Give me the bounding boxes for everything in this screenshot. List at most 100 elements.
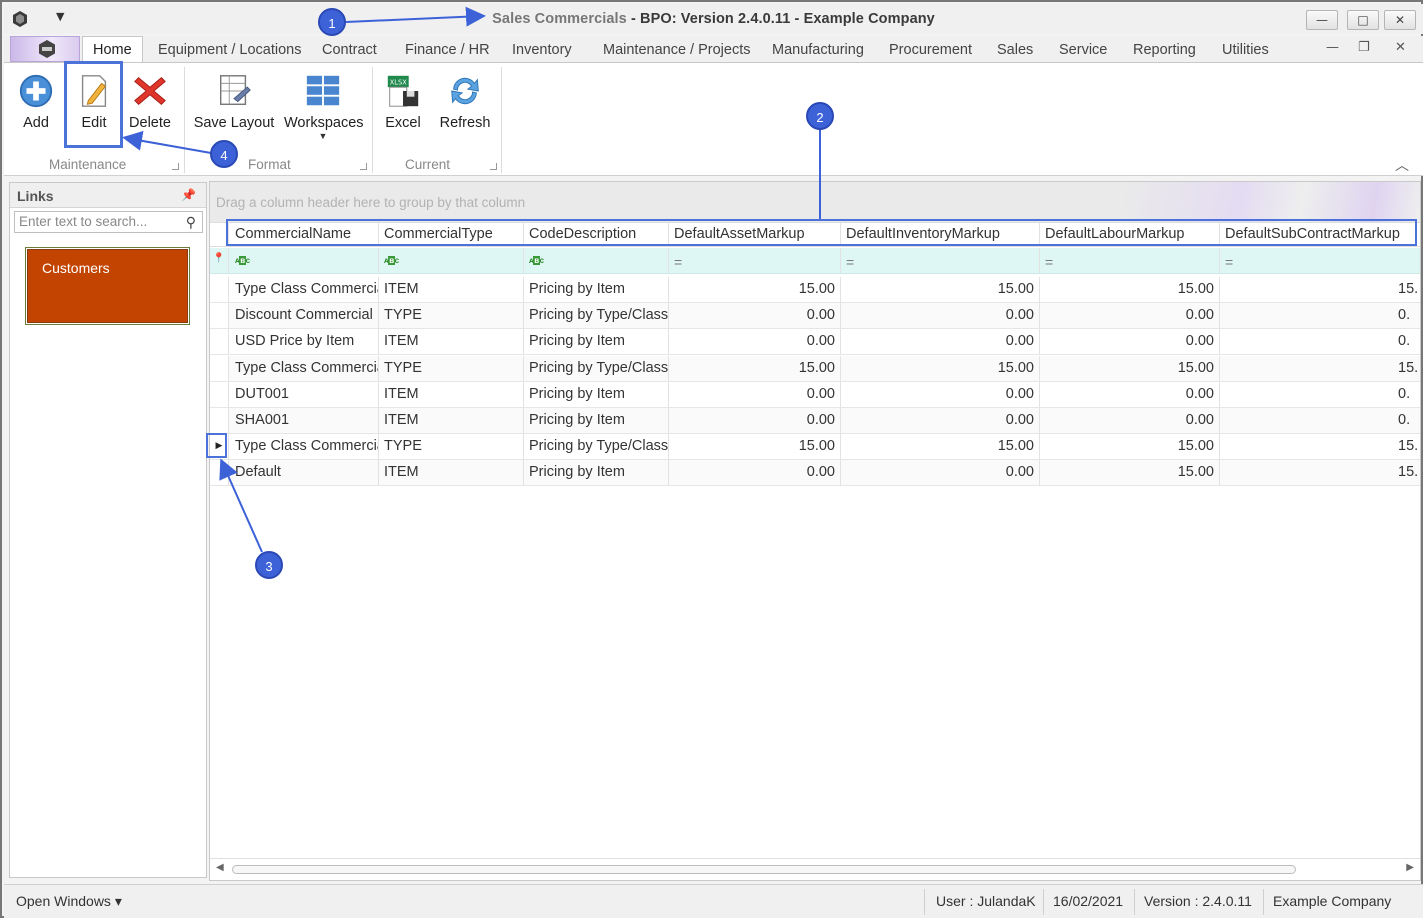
tab-contract[interactable]: Contract [322, 42, 377, 58]
cell-codedescription[interactable]: Pricing by Item [524, 460, 669, 486]
cell-defaultsubcontractmarkup[interactable]: 0. [1220, 303, 1420, 328]
filter-defaultinventorymarkup[interactable]: = [841, 248, 1040, 273]
cell-defaultlabourmarkup[interactable]: 0.00 [1040, 303, 1220, 329]
filter-defaultlabourmarkup[interactable]: = [1040, 248, 1220, 273]
scroll-right-icon[interactable]: ▶ [1406, 862, 1414, 873]
maximize-button[interactable]: □ [1347, 10, 1379, 30]
tab-sales[interactable]: Sales [997, 42, 1033, 58]
mdi-close-icon[interactable]: ✕ [1395, 40, 1406, 55]
close-button[interactable]: ✕ [1384, 10, 1416, 30]
cell-commercialtype[interactable]: ITEM [379, 381, 524, 407]
cell-defaultinventorymarkup[interactable]: 0.00 [841, 460, 1040, 486]
open-windows-button[interactable]: Open Windows ▾ [16, 893, 122, 910]
collapse-ribbon-icon[interactable]: ︿ [1395, 155, 1409, 175]
cell-defaultlabourmarkup[interactable]: 15.00 [1040, 355, 1220, 381]
table-row[interactable]: Type Class Commercial ITEM Pricing by Item… [210, 277, 1420, 303]
cell-defaultsubcontractmarkup[interactable]: 15. [1220, 460, 1420, 485]
table-row[interactable]: DUT001 ITEM Pricing by Item 0.00 0.00 0.00 0. [210, 381, 1420, 408]
cell-defaultinventorymarkup[interactable]: 15.00 [841, 355, 1040, 381]
row-indicator[interactable] [210, 303, 229, 329]
cell-commercialtype[interactable]: ITEM [379, 329, 524, 355]
tab-utilities[interactable]: Utilities [1222, 42, 1269, 58]
group-current-launcher-icon[interactable] [490, 163, 497, 170]
tab-maintenance-projects[interactable]: Maintenance / Projects [603, 42, 751, 58]
cell-commercialtype[interactable]: ITEM [379, 408, 524, 433]
cell-codedescription[interactable]: Pricing by Type/Class [524, 355, 669, 381]
row-indicator[interactable] [210, 355, 229, 381]
add-button[interactable]: Add [16, 71, 56, 131]
cell-defaultlabourmarkup[interactable]: 0.00 [1040, 408, 1220, 433]
cell-defaultassetmarkup[interactable]: 0.00 [669, 381, 841, 407]
excel-button[interactable]: XLSX Excel [382, 71, 424, 131]
row-indicator[interactable] [210, 329, 229, 355]
cell-defaultlabourmarkup[interactable]: 15.00 [1040, 460, 1220, 486]
cell-defaultinventorymarkup[interactable]: 0.00 [841, 329, 1040, 355]
tab-procurement[interactable]: Procurement [889, 42, 972, 58]
table-row[interactable]: Default ITEM Pricing by Item 0.00 0.00 15.00 1… [210, 460, 1420, 487]
row-indicator[interactable] [210, 277, 229, 302]
cell-defaultinventorymarkup[interactable]: 15.00 [841, 277, 1040, 302]
cell-codedescription[interactable]: Pricing by Item [524, 381, 669, 407]
table-row[interactable]: Type Class Commercial TYPE Pricing by Type… [210, 355, 1420, 382]
search-icon[interactable]: ⚲ [186, 214, 196, 231]
cell-commercialtype[interactable]: TYPE [379, 434, 524, 460]
table-row[interactable]: Discount Commercial TYPE Pricing by Type/C… [210, 303, 1420, 330]
cell-defaultsubcontractmarkup[interactable]: 15. [1220, 356, 1420, 381]
cell-defaultassetmarkup[interactable]: 0.00 [669, 460, 841, 486]
application-menu-button[interactable] [10, 36, 80, 62]
cell-defaultsubcontractmarkup[interactable]: 15. [1220, 434, 1420, 459]
cell-defaultassetmarkup[interactable]: 15.00 [669, 355, 841, 381]
horizontal-scrollbar[interactable]: ◀ ▶ [210, 858, 1420, 880]
cell-codedescription[interactable]: Pricing by Type/Class [524, 303, 669, 329]
cell-codedescription[interactable]: Pricing by Type/Class [524, 434, 669, 460]
row-indicator[interactable] [210, 381, 229, 407]
customers-tile[interactable]: Customers [25, 247, 190, 325]
tab-manufacturing[interactable]: Manufacturing [772, 42, 864, 58]
cell-defaultsubcontractmarkup[interactable]: 0. [1220, 408, 1420, 433]
tab-equipment-locations[interactable]: Equipment / Locations [158, 42, 301, 58]
cell-defaultsubcontractmarkup[interactable]: 0. [1220, 329, 1420, 354]
cell-commercialtype[interactable]: TYPE [379, 355, 524, 381]
row-indicator[interactable] [210, 460, 229, 486]
tab-home[interactable]: Home [82, 36, 143, 63]
filter-defaultassetmarkup[interactable]: = [669, 248, 841, 273]
cell-defaultlabourmarkup[interactable]: 15.00 [1040, 277, 1220, 302]
save-layout-button[interactable]: Save Layout [193, 71, 275, 131]
cell-commercialname[interactable]: Type Class Commercial [230, 355, 379, 381]
filter-commercialname[interactable]: ᴀʙᴄ [230, 248, 379, 273]
cell-defaultassetmarkup[interactable]: 0.00 [669, 329, 841, 355]
cell-defaultsubcontractmarkup[interactable]: 0. [1220, 382, 1420, 407]
group-format-launcher-icon[interactable] [360, 163, 367, 170]
cell-commercialtype[interactable]: ITEM [379, 460, 524, 486]
mdi-minimize-icon[interactable]: — [1326, 40, 1339, 55]
cell-codedescription[interactable]: Pricing by Item [524, 408, 669, 433]
cell-defaultsubcontractmarkup[interactable]: 15. [1220, 277, 1420, 302]
cell-defaultassetmarkup[interactable]: 0.00 [669, 408, 841, 433]
tab-inventory[interactable]: Inventory [512, 42, 572, 58]
cell-commercialtype[interactable]: TYPE [379, 303, 524, 329]
refresh-button[interactable]: Refresh [436, 71, 494, 131]
cell-defaultlabourmarkup[interactable]: 15.00 [1040, 434, 1220, 460]
scroll-left-icon[interactable]: ◀ [216, 862, 224, 873]
cell-defaultinventorymarkup[interactable]: 0.00 [841, 408, 1040, 433]
links-search-input[interactable]: Enter text to search... ⚲ [14, 211, 203, 233]
cell-commercialname[interactable]: USD Price by Item [230, 329, 379, 355]
cell-codedescription[interactable]: Pricing by Item [524, 329, 669, 355]
tab-reporting[interactable]: Reporting [1133, 42, 1196, 58]
cell-commercialname[interactable]: Default [230, 460, 379, 486]
tab-finance-hr[interactable]: Finance / HR [405, 42, 490, 58]
cell-defaultassetmarkup[interactable]: 0.00 [669, 303, 841, 329]
filter-defaultsubcontractmarkup[interactable]: = [1220, 248, 1420, 273]
cell-codedescription[interactable]: Pricing by Item [524, 277, 669, 302]
delete-button[interactable]: Delete [126, 71, 174, 131]
group-panel[interactable]: Drag a column header here to group by th… [210, 182, 1420, 222]
cell-defaultassetmarkup[interactable]: 15.00 [669, 434, 841, 460]
row-indicator[interactable] [210, 408, 229, 433]
mdi-restore-icon[interactable]: ❐ [1358, 40, 1370, 55]
cell-defaultinventorymarkup[interactable]: 0.00 [841, 303, 1040, 329]
filter-commercialtype[interactable]: ᴀʙᴄ [379, 248, 524, 273]
table-row[interactable]: SHA001 ITEM Pricing by Item 0.00 0.00 0.00 0. [210, 408, 1420, 434]
scrollbar-thumb[interactable] [232, 865, 1296, 874]
minimize-button[interactable]: — [1306, 10, 1338, 30]
tab-service[interactable]: Service [1059, 42, 1107, 58]
